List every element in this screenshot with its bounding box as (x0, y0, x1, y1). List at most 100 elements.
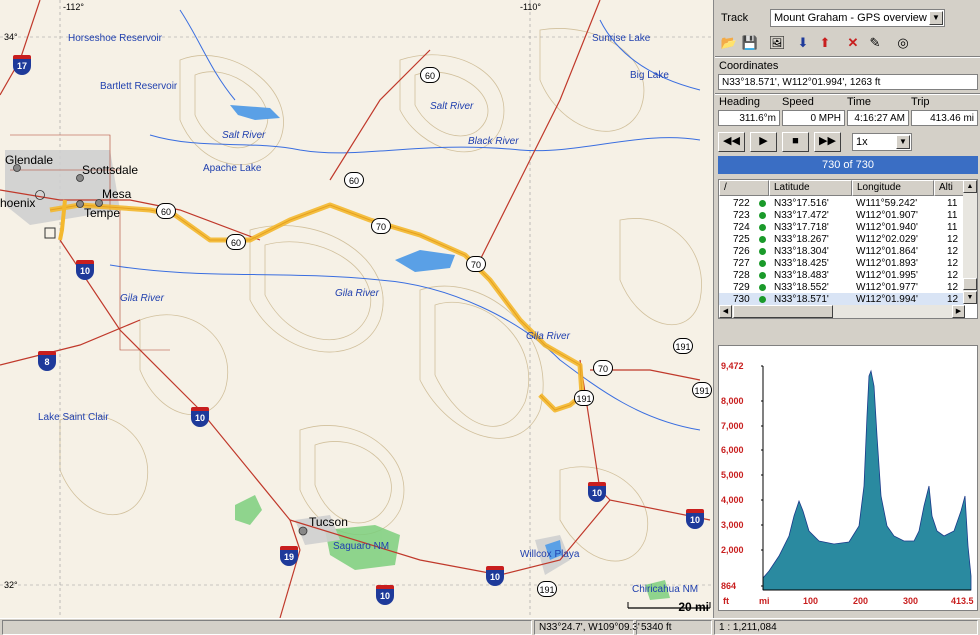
track-line (49, 202, 585, 413)
map-view[interactable]: -112° -110° 34° 32° Glendale Scottsdale … (0, 0, 714, 618)
x-tick-label: 200 (853, 596, 868, 606)
city-label: Glendale (5, 153, 54, 167)
us-route-shield: 60 (156, 203, 176, 219)
y-tick-label: 8,000 (721, 396, 744, 406)
scroll-up-icon[interactable]: ▲ (963, 180, 977, 193)
vertical-scrollbar[interactable]: ▲ ▼ (963, 180, 977, 304)
fast-forward-button[interactable]: ▶▶ (814, 132, 841, 152)
lake-label: Big Lake (630, 70, 669, 81)
image-icon[interactable]: 🖼 (767, 33, 787, 53)
play-button[interactable]: ▶ (750, 132, 777, 152)
status-coords: N33°24.7', W109°09.3' (534, 620, 640, 635)
scroll-thumb[interactable] (963, 278, 977, 290)
coord-label: 34° (4, 32, 18, 42)
waypoint-dot-icon (759, 236, 766, 243)
status-pane (2, 620, 532, 635)
column-header[interactable]: Alti (934, 180, 965, 196)
coord-label: -112° (63, 2, 84, 12)
receive-from-gps-icon[interactable]: ⬆ (815, 33, 835, 53)
track-points-table[interactable]: / Latitude Longitude Alti 722 N33°17.516'… (718, 179, 978, 319)
interstate-shield: 10 (376, 585, 394, 605)
trip-field: 413.46 mi (911, 110, 978, 126)
speed-label: Speed (782, 96, 814, 108)
binoculars-icon[interactable]: ◎ (893, 33, 913, 53)
heading-label: Heading (719, 96, 760, 108)
delete-icon[interactable]: ✕ (843, 33, 863, 53)
x-tick-label: 300 (903, 596, 918, 606)
horizontal-scrollbar[interactable]: ◀ ▶ (719, 305, 965, 318)
city-label: Scottsdale (82, 163, 139, 177)
track-label: Track (721, 12, 749, 24)
playback-speed-value: 1x (856, 136, 868, 148)
river-label: Black River (468, 136, 519, 147)
y-tick-label: 4,000 (721, 495, 744, 505)
river-label: Gila River (120, 293, 164, 304)
open-folder-icon[interactable]: 📂 (719, 33, 739, 53)
status-elevation: 5340 ft (636, 620, 712, 635)
lake-label: Lake Saint Clair (38, 412, 109, 423)
trip-value: 413.46 mi (930, 113, 974, 124)
send-to-gps-icon[interactable]: ⬇ (793, 33, 813, 53)
waypoint-dot-icon (759, 212, 766, 219)
interstate-shield: 19 (280, 546, 298, 566)
stop-icon: ■ (792, 135, 799, 147)
map-canvas[interactable] (0, 0, 714, 618)
interstate-shield: 17 (13, 55, 31, 75)
us-route-shield: 60 (344, 172, 364, 188)
elevation-profile[interactable]: 9,472 8,000 7,000 6,000 5,000 4,000 3,000 2,000… (718, 345, 978, 611)
speed-field: 0 MPH (782, 110, 845, 126)
lake-label: Sunrise Lake (592, 33, 651, 44)
waypoint-dot-icon (759, 248, 766, 255)
interstate-shield: 10 (486, 566, 504, 586)
heading-field: 311.6°m (718, 110, 780, 126)
status-bar: N33°24.7', W109°09.3' 5340 ft 1 : 1,211,… (0, 618, 980, 635)
coordinates-label: Coordinates (719, 60, 779, 72)
y-tick-label: 3,000 (721, 520, 744, 530)
river-label: Salt River (430, 101, 474, 112)
interstate-shield: 8 (38, 351, 56, 371)
waypoint-dot-icon (759, 284, 766, 291)
us-route-shield: 60 (420, 67, 440, 83)
y-tick-label: 7,000 (721, 421, 744, 431)
waypoint-dot-icon (759, 224, 766, 231)
scroll-left-icon[interactable]: ◀ (719, 305, 732, 318)
city-label: hoenix (0, 196, 36, 210)
y-tick-label: 2,000 (721, 545, 744, 555)
playback-progress-bar[interactable]: 730 of 730 (718, 156, 978, 174)
track-select-value: Mount Graham - GPS overview m (774, 12, 940, 24)
column-header[interactable]: Longitude (852, 180, 934, 196)
time-value: 4:16:27 AM (854, 113, 905, 124)
y-tick-label: 864 (721, 581, 736, 591)
scroll-right-icon[interactable]: ▶ (952, 305, 965, 318)
rewind-icon: ◀◀ (723, 135, 740, 147)
y-tick-label: 9,472 (721, 361, 744, 371)
lake-label: Horseshoe Reservoir (68, 33, 162, 44)
time-field: 4:16:27 AM (847, 110, 909, 126)
scroll-down-icon[interactable]: ▼ (963, 291, 977, 304)
us-route-shield: 191 (537, 581, 557, 597)
us-route-shield: 60 (226, 234, 246, 250)
us-route-shield: 191 (692, 382, 712, 398)
stop-button[interactable]: ■ (782, 132, 809, 152)
scroll-thumb[interactable] (733, 305, 833, 318)
edit-pencil-icon[interactable]: ✎ (865, 33, 885, 53)
chevron-down-icon[interactable]: ▼ (896, 135, 910, 149)
divider (715, 93, 980, 95)
river-label: Gila River (526, 331, 570, 342)
column-header[interactable]: / (719, 180, 769, 196)
interstate-shield: 10 (191, 407, 209, 427)
rewind-button[interactable]: ◀◀ (718, 132, 745, 152)
track-panel: Track Mount Graham - GPS overview m ▼ 📂 … (715, 0, 980, 618)
column-header[interactable]: Latitude (769, 180, 852, 196)
save-icon[interactable]: 💾 (740, 33, 760, 53)
river-label: Gila River (335, 288, 379, 299)
coord-label: -110° (520, 2, 541, 12)
progress-text: 730 of 730 (822, 159, 874, 171)
x-unit: mi (759, 596, 770, 606)
x-tick-label: 413.5 (951, 596, 974, 606)
elevation-chart: 9,472 8,000 7,000 6,000 5,000 4,000 3,000 2,000… (721, 361, 974, 606)
track-select[interactable]: Mount Graham - GPS overview m (770, 9, 945, 27)
heading-value: 311.6°m (739, 113, 776, 124)
time-label: Time (847, 96, 872, 108)
chevron-down-icon[interactable]: ▼ (929, 11, 943, 25)
